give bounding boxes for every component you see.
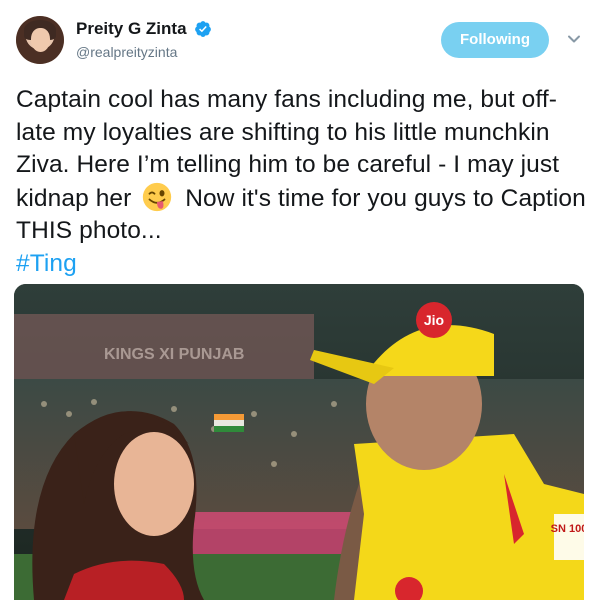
user-handle[interactable]: @realpreityzinta (76, 42, 212, 62)
verified-badge-icon (195, 21, 211, 37)
svg-text:Jio: Jio (424, 312, 444, 328)
tweet-header: Preity G Zinta @realpreityzinta Followin… (16, 14, 584, 68)
svg-text:SN 100: SN 100 (551, 523, 584, 535)
photo-illustration: KINGS XI PUNJAB Jio SN 100 (14, 284, 584, 600)
following-button[interactable]: Following (441, 22, 549, 58)
user-names: Preity G Zinta @realpreityzinta (76, 18, 212, 62)
background-sign: KINGS XI PUNJAB (104, 346, 244, 363)
avatar[interactable] (16, 16, 64, 64)
display-name[interactable]: Preity G Zinta (76, 18, 187, 40)
winking-face-with-tongue-icon (143, 182, 172, 211)
tweet-text: Captain cool has many fans including me,… (16, 84, 588, 280)
hashtag-link[interactable]: #Ting (16, 250, 77, 277)
jersey-badge (554, 514, 584, 560)
chevron-down-icon[interactable] (565, 30, 583, 48)
tweet-photo[interactable]: KINGS XI PUNJAB Jio SN 100 (14, 284, 584, 600)
